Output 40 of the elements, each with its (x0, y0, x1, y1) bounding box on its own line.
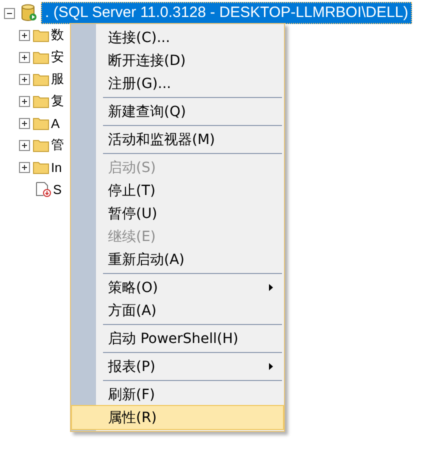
menu-item[interactable]: 注册(G)... (72, 72, 283, 95)
server-node-label[interactable]: . (SQL Server 11.0.3128 - DESKTOP-LLMRBOI\DELL) (41, 2, 412, 24)
menu-item[interactable]: 属性(R) (72, 406, 283, 429)
menu-item[interactable]: 新建查询(Q) (72, 100, 283, 123)
tree-node-label[interactable]: 安 (51, 48, 64, 66)
menu-item[interactable]: 连接(C)... (72, 26, 283, 49)
menu-item[interactable]: 暂停(U) (72, 202, 283, 225)
folder-icon (33, 28, 49, 42)
database-server-icon (21, 4, 37, 22)
expand-icon[interactable] (19, 140, 30, 150)
tree-node-label[interactable]: S (53, 182, 62, 196)
collapse-icon[interactable] (4, 8, 15, 18)
tree-node-label[interactable]: 服 (51, 70, 64, 88)
folder-icon (33, 138, 49, 152)
menu-item[interactable]: 重新启动(A) (72, 248, 283, 271)
expand-icon[interactable] (19, 74, 30, 84)
menu-item[interactable]: 刷新(F) (72, 383, 283, 406)
menu-item[interactable]: 启动 PowerShell(H) (72, 327, 283, 350)
menu-item[interactable]: 活动和监视器(M) (72, 128, 283, 151)
folder-icon (33, 72, 49, 86)
menu-item[interactable]: 报表(P) (72, 355, 283, 378)
expand-icon[interactable] (19, 162, 30, 172)
expand-icon[interactable] (19, 96, 30, 106)
folder-icon (33, 160, 49, 174)
folder-icon (33, 116, 49, 130)
menu-item[interactable]: 断开连接(D) (72, 49, 283, 72)
tree-node-label[interactable]: 复 (51, 92, 64, 110)
tree-node-label[interactable]: 管 (51, 136, 64, 154)
expand-icon[interactable] (19, 30, 30, 40)
document-error-icon (35, 181, 51, 197)
tree-node-label[interactable]: A (51, 116, 60, 130)
folder-icon (33, 50, 49, 64)
menu-item[interactable]: 停止(T) (72, 179, 283, 202)
tree-node-label[interactable]: 数 (51, 26, 64, 44)
folder-icon (33, 94, 49, 108)
expand-icon[interactable] (19, 118, 30, 128)
tree-node-label[interactable]: In (51, 160, 62, 174)
menu-item[interactable]: 方面(A) (72, 299, 283, 322)
expand-icon[interactable] (19, 52, 30, 62)
menu-item[interactable]: 策略(O) (72, 276, 283, 299)
